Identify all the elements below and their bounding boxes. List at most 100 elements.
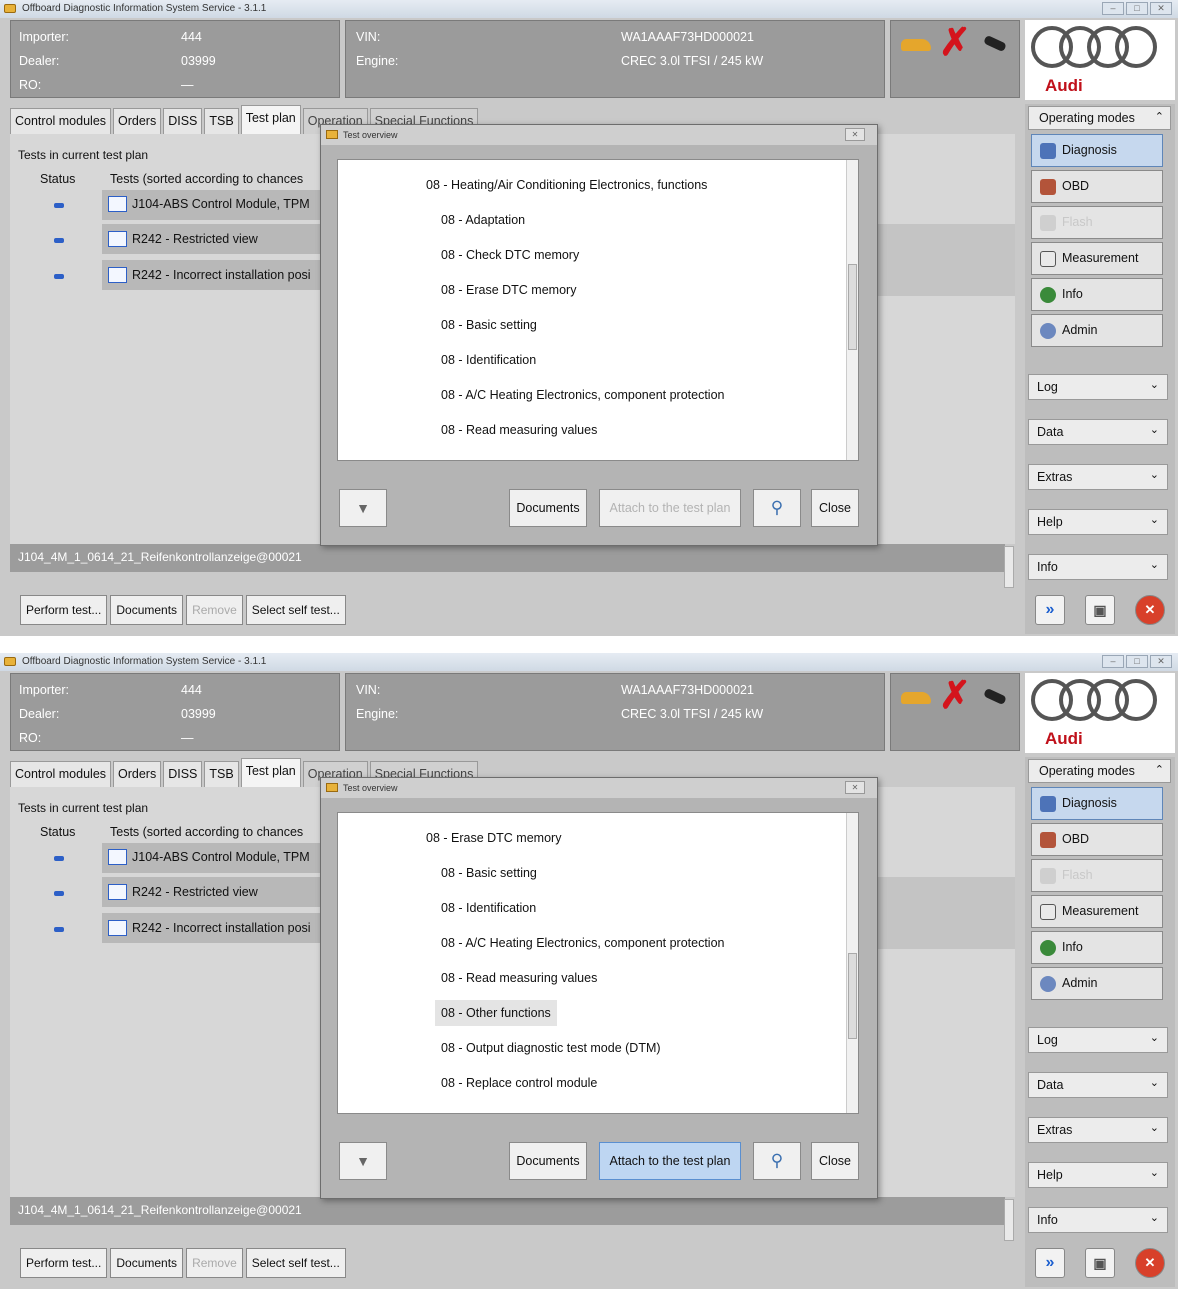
forward-icon[interactable]: » [1035,1248,1065,1278]
tests-column-header[interactable]: Tests (sorted according to chances [110,172,303,186]
list-item[interactable]: 08 - Adaptation [441,213,525,227]
menu-log[interactable]: Log ⌄ [1028,1027,1168,1053]
documents-button[interactable]: Documents [110,1248,184,1278]
table-row[interactable]: J104-ABS Control Module, TPM [102,190,322,220]
table-row[interactable]: R242 - Restricted view [102,224,322,254]
menu-data[interactable]: Data ⌄ [1028,1072,1168,1098]
tab-control-modules[interactable]: Control modules [10,761,112,787]
mode-diagnosis[interactable]: Diagnosis [1031,134,1163,167]
search-button[interactable]: ⚲ [753,1142,801,1180]
select-self-test-button[interactable]: Select self test... [245,595,346,625]
list-scrollbar[interactable] [846,813,858,1113]
test-overview-list[interactable]: 08 - Erase DTC memory 08 - Basic setting… [337,812,859,1114]
list-item[interactable]: 08 - Erase DTC memory [426,831,561,845]
list-item[interactable]: 08 - Basic setting [441,318,537,332]
tab-orders[interactable]: Orders [113,108,162,134]
tests-column-header[interactable]: Tests (sorted according to chances [110,825,303,839]
fullscreen-icon[interactable]: ▣ [1085,595,1115,625]
table-row[interactable]: R242 - Incorrect installation posi [102,913,322,943]
tab-tsb[interactable]: TSB [204,108,239,134]
status-column-header[interactable]: Status [40,825,75,839]
remove-button[interactable]: Remove [186,1248,243,1278]
tab-diss[interactable]: DISS [163,108,203,134]
mode-admin[interactable]: Admin [1031,967,1163,1000]
mode-admin[interactable]: Admin [1031,314,1163,347]
search-button[interactable]: ⚲ [753,489,801,527]
exit-icon[interactable]: ✕ [1135,595,1165,625]
perform-test-button[interactable]: Perform test... [20,1248,108,1278]
tab-tsb[interactable]: TSB [204,761,239,787]
list-item[interactable]: 08 - Heating/Air Conditioning Electronic… [426,178,707,192]
filter-button[interactable]: ▼ [339,1142,387,1180]
list-item[interactable]: 08 - Basic setting [441,866,537,880]
scrollbar-thumb[interactable] [848,953,857,1039]
perform-test-button[interactable]: Perform test... [20,595,108,625]
mode-obd[interactable]: OBD [1031,823,1163,856]
table-row[interactable]: R242 - Incorrect installation posi [102,260,322,290]
path-scrollbar[interactable] [1004,1199,1014,1241]
test-overview-list[interactable]: 08 - Heating/Air Conditioning Electronic… [337,159,859,461]
list-item[interactable]: 08 - Identification [441,353,536,367]
operating-modes-header[interactable]: Operating modes ⌃ [1028,106,1171,130]
fullscreen-icon[interactable]: ▣ [1085,1248,1115,1278]
scrollbar-thumb[interactable] [848,264,857,350]
attach-to-test-plan-button[interactable]: Attach to the test plan [599,1142,741,1180]
maximize-icon[interactable]: □ [1126,2,1148,15]
list-item[interactable]: 08 - Read measuring values [441,423,597,437]
list-scrollbar[interactable] [846,160,858,460]
status-column-header[interactable]: Status [40,172,75,186]
dialog-close-button[interactable]: Close [811,1142,859,1180]
menu-extras[interactable]: Extras ⌄ [1028,1117,1168,1143]
select-self-test-button[interactable]: Select self test... [245,1248,346,1278]
minimize-icon[interactable]: – [1102,2,1124,15]
dialog-documents-button[interactable]: Documents [509,489,587,527]
menu-help[interactable]: Help ⌄ [1028,1162,1168,1188]
mode-obd[interactable]: OBD [1031,170,1163,203]
menu-help[interactable]: Help ⌄ [1028,509,1168,535]
list-item[interactable]: 08 - Identification [441,901,536,915]
mode-info[interactable]: Info [1031,278,1163,311]
dialog-close-icon[interactable]: ✕ [845,781,865,794]
tab-control-modules[interactable]: Control modules [10,108,112,134]
menu-data[interactable]: Data ⌄ [1028,419,1168,445]
list-item[interactable]: 08 - A/C Heating Electronics, component … [441,936,724,950]
tab-test-plan[interactable]: Test plan [240,105,301,134]
mode-info[interactable]: Info [1031,931,1163,964]
close-window-icon[interactable]: ✕ [1150,655,1172,668]
list-item[interactable]: 08 - Output diagnostic test mode (DTM) [441,1041,661,1055]
remove-button[interactable]: Remove [186,595,243,625]
operating-modes-header[interactable]: Operating modes ⌃ [1028,759,1171,783]
menu-info[interactable]: Info ⌄ [1028,1207,1168,1233]
menu-extras[interactable]: Extras ⌄ [1028,464,1168,490]
list-item[interactable]: 08 - A/C Heating Electronics, component … [441,388,724,402]
list-item[interactable]: 08 - Check DTC memory [441,248,579,262]
filter-button[interactable]: ▼ [339,489,387,527]
dialog-close-icon[interactable]: ✕ [845,128,865,141]
mode-measurement[interactable]: Measurement [1031,242,1163,275]
list-item[interactable]: 08 - Other functions [435,1000,557,1026]
mode-flash[interactable]: Flash [1031,859,1163,892]
mode-measurement[interactable]: Measurement [1031,895,1163,928]
minimize-icon[interactable]: – [1102,655,1124,668]
maximize-icon[interactable]: □ [1126,655,1148,668]
list-item[interactable]: 08 - Erase DTC memory [441,283,576,297]
documents-button[interactable]: Documents [110,595,184,625]
path-scrollbar[interactable] [1004,546,1014,588]
menu-log[interactable]: Log ⌄ [1028,374,1168,400]
table-row[interactable]: J104-ABS Control Module, TPM [102,843,322,873]
exit-icon[interactable]: ✕ [1135,1248,1165,1278]
tab-diss[interactable]: DISS [163,761,203,787]
dialog-documents-button[interactable]: Documents [509,1142,587,1180]
forward-icon[interactable]: » [1035,595,1065,625]
mode-diagnosis[interactable]: Diagnosis [1031,787,1163,820]
mode-flash[interactable]: Flash [1031,206,1163,239]
list-item[interactable]: 08 - Read measuring values [441,971,597,985]
list-item[interactable]: 08 - Replace control module [441,1076,597,1090]
table-row[interactable]: R242 - Restricted view [102,877,322,907]
tab-test-plan[interactable]: Test plan [240,758,301,787]
menu-info[interactable]: Info ⌄ [1028,554,1168,580]
close-window-icon[interactable]: ✕ [1150,2,1172,15]
attach-to-test-plan-button[interactable]: Attach to the test plan [599,489,741,527]
dialog-close-button[interactable]: Close [811,489,859,527]
tab-orders[interactable]: Orders [113,761,162,787]
